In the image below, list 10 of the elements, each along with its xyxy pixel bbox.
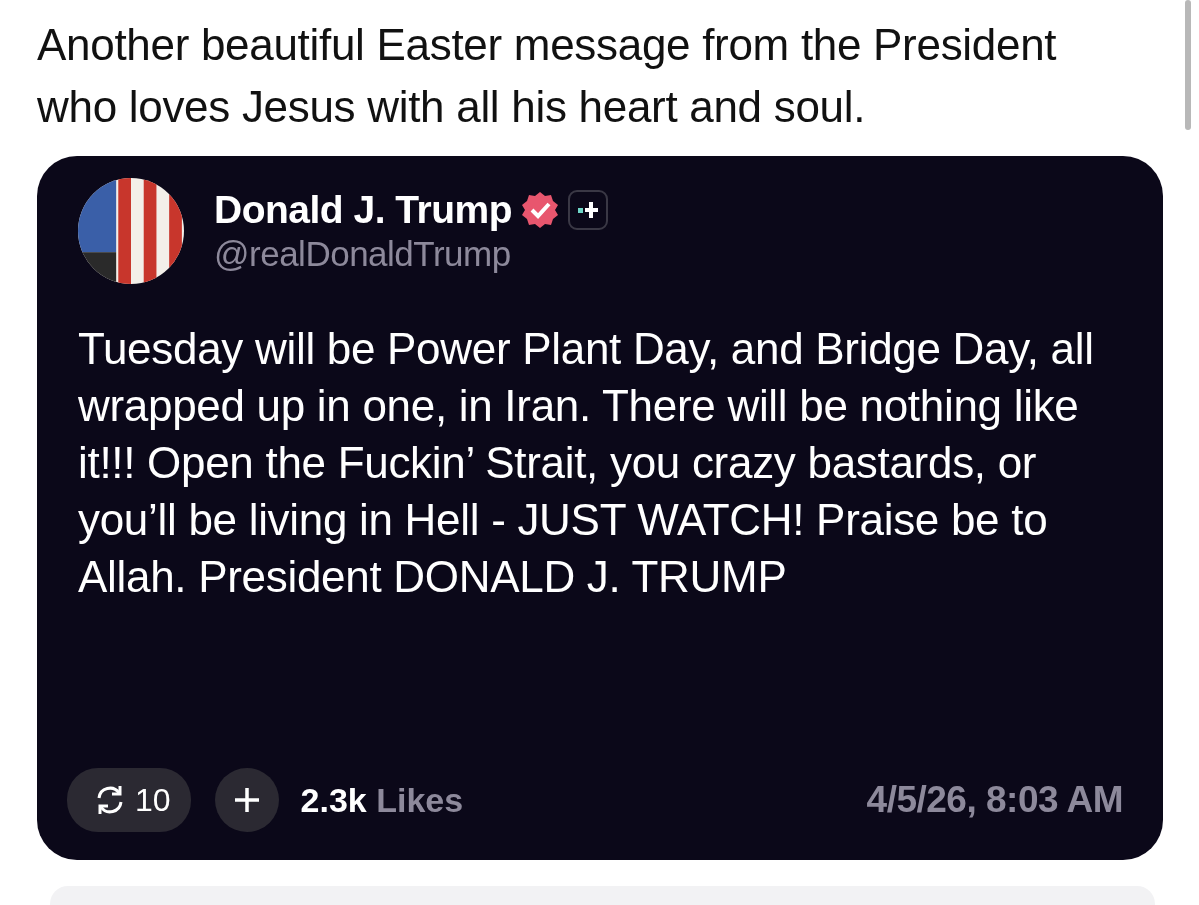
likes-count[interactable]: 2.3k Likes <box>300 780 464 820</box>
post-text: Tuesday will be Power Plant Day, and Bridge Day, all wrapped up in one, in Iran. There will be nothing like it!!! Open the Fuckin’ Strait, you crazy bastards, or you’ll be living in Hell - JUST WATCH! Praise be to Allah. President DONALD J. TRUMP <box>78 323 1095 603</box>
author-handle[interactable]: @realDonaldTrump <box>214 234 609 274</box>
plus-icon <box>232 786 261 814</box>
author-name[interactable]: Donald J. Trump <box>214 188 513 232</box>
scrollbar[interactable] <box>1185 0 1191 130</box>
post-timestamp: 4/5/26, 8:03 AM <box>866 779 1123 821</box>
plus-badge-icon <box>568 190 609 230</box>
caption-text: Another beautiful Easter message from the President who loves Jesus with all his heart and soul. <box>37 19 1058 133</box>
repost-button[interactable]: 10 <box>67 768 191 832</box>
